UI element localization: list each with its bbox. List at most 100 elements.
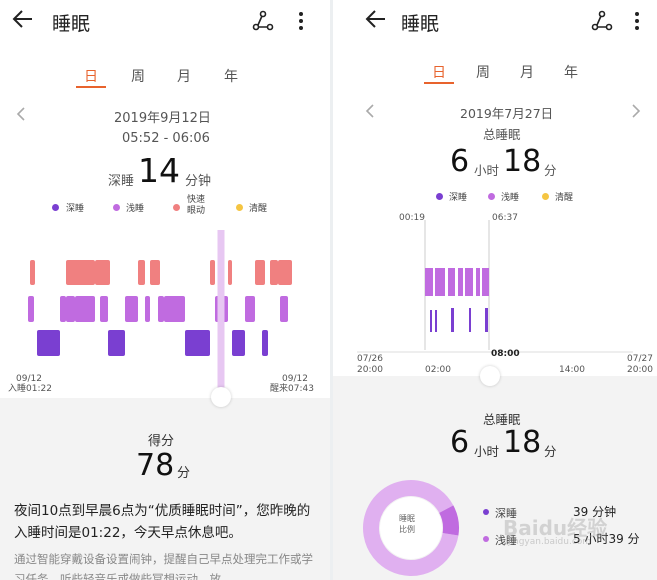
right-sleep-day-panel: 睡眠 日 周 月 年 2019年7月27日 总睡眠 6 小时 18 分 深睡 浅…: [333, 0, 657, 580]
page-title: 睡眠: [52, 13, 91, 35]
tab-month[interactable]: 月: [520, 62, 534, 82]
deep-sleep-segment: [485, 308, 488, 332]
stage-segment: [158, 296, 164, 322]
stage-segment: [30, 260, 35, 285]
legend-light-dot: [113, 204, 120, 211]
back-arrow-icon[interactable]: [365, 8, 387, 34]
share-icon[interactable]: [591, 10, 613, 36]
tab-week[interactable]: 周: [476, 62, 490, 82]
time-slider-knob[interactable]: [211, 387, 231, 407]
legend-deep-label: 深睡: [449, 193, 468, 203]
stage-segment: [245, 296, 255, 322]
stage-segment: [210, 260, 215, 285]
score-unit: 分: [177, 466, 191, 481]
stage-value: 14: [138, 151, 180, 190]
prev-date-icon[interactable]: [16, 106, 26, 127]
total-minutes: 18: [503, 144, 542, 179]
stage-segment: [270, 260, 278, 285]
stage-segment: [37, 330, 60, 356]
summary-hours: 6: [450, 425, 470, 460]
tab-day[interactable]: 日: [432, 62, 446, 82]
legend-light-label: 浅睡: [501, 193, 520, 203]
date-label: 2019年9月12日: [114, 111, 211, 126]
stage-segment: [95, 260, 110, 285]
total-hours: 6: [450, 144, 470, 179]
legend-awake-dot: [236, 204, 243, 211]
stage-segment: [28, 296, 34, 322]
stage-unit: 分钟: [185, 174, 212, 189]
donut-slice: [438, 505, 459, 536]
donut-center-label: 睡眠 比例: [399, 514, 415, 534]
more-vertical-icon[interactable]: [298, 10, 304, 36]
deep-sleep-segment: [451, 308, 454, 332]
sleep-advice: 夜间10点到早晨6点为“优质睡眠时间”，您昨晚的入睡时间是01:22，今天早点休…: [14, 503, 311, 541]
breakdown-light-dot: [483, 536, 489, 542]
summary-minutes: 18: [503, 425, 542, 460]
x-tick-start: 07/26 20:00: [357, 354, 383, 375]
stage-segment: [262, 330, 268, 356]
back-arrow-icon[interactable]: [12, 8, 34, 36]
stage-segment: [278, 260, 292, 285]
prev-date-icon[interactable]: [365, 103, 375, 123]
legend-deep-dot: [52, 204, 59, 211]
wake-time: 醒来07:43: [270, 384, 314, 394]
stage-segment: [125, 296, 138, 322]
sleep-stage-chart: [28, 230, 292, 390]
awake-gap: [455, 268, 458, 338]
x-tick-0200: 02:00: [425, 365, 451, 375]
legend-light-dot: [488, 193, 495, 200]
stage-segment: [228, 260, 232, 285]
legend-deep-label: 深睡: [66, 204, 85, 214]
deep-sleep-segment: [435, 310, 437, 332]
share-icon[interactable]: [252, 10, 274, 36]
stage-segment: [145, 296, 150, 322]
time-range: 05:52 - 06:06: [122, 131, 210, 146]
tab-indicator: [424, 82, 454, 84]
sleep-timeline-chart: [357, 220, 633, 353]
stage-segment: [255, 260, 265, 285]
tab-year[interactable]: 年: [564, 62, 578, 82]
time-slider-knob[interactable]: [480, 366, 500, 386]
stage-segment: [60, 296, 66, 322]
stage-segment: [75, 296, 95, 322]
deep-sleep-segment: [430, 310, 432, 332]
stage-segment: [138, 260, 145, 285]
left-sleep-day-panel: 睡眠 日 周 月 年 2019年9月12日 05:52 - 06:06 深睡 1…: [0, 0, 330, 580]
tab-month[interactable]: 月: [177, 66, 191, 86]
minutes-unit: 分: [544, 163, 557, 178]
score-value: 78: [136, 448, 175, 483]
tab-week[interactable]: 周: [131, 66, 145, 86]
stage-segment: [66, 260, 95, 285]
x-tick-0800: 08:00: [491, 349, 520, 359]
legend-rem-dot: [173, 204, 180, 211]
legend-rem-label: 快速 眼动: [187, 195, 206, 216]
legend-awake-label: 清醒: [249, 204, 268, 214]
tab-day[interactable]: 日: [84, 66, 98, 86]
stage-segment: [232, 330, 245, 356]
legend-awake-label: 清醒: [555, 193, 574, 203]
awake-gap: [480, 268, 482, 328]
sleep-tip: 通过智能穿戴设备设置闹钟，提醒自己早点处理完工作或学习任务，听些轻音乐或做些冥想…: [14, 552, 313, 580]
sleep-start-time: 入睡01:22: [8, 384, 52, 394]
summary-hours-unit: 小时: [474, 444, 500, 459]
score-label: 得分: [148, 434, 175, 449]
stage-segment: [66, 296, 75, 322]
breakdown-deep-dot: [483, 509, 489, 515]
x-tick-1400: 14:00: [559, 365, 585, 375]
date-label: 2019年7月27日: [460, 106, 554, 121]
tab-year[interactable]: 年: [224, 66, 238, 86]
stage-label: 深睡: [108, 174, 135, 189]
stage-segment: [164, 296, 185, 322]
more-vertical-icon[interactable]: [634, 10, 640, 36]
stage-segment: [150, 260, 160, 285]
awake-gap: [463, 268, 465, 318]
legend-awake-dot: [542, 193, 549, 200]
next-date-icon[interactable]: [631, 103, 641, 123]
x-tick-end: 07/27 20:00: [627, 354, 653, 375]
tab-indicator: [76, 86, 106, 88]
awake-gap: [433, 268, 435, 308]
legend-deep-dot: [436, 193, 443, 200]
awake-gap: [445, 268, 448, 328]
legend-light-label: 浅睡: [126, 204, 145, 214]
stage-segment: [108, 330, 125, 356]
